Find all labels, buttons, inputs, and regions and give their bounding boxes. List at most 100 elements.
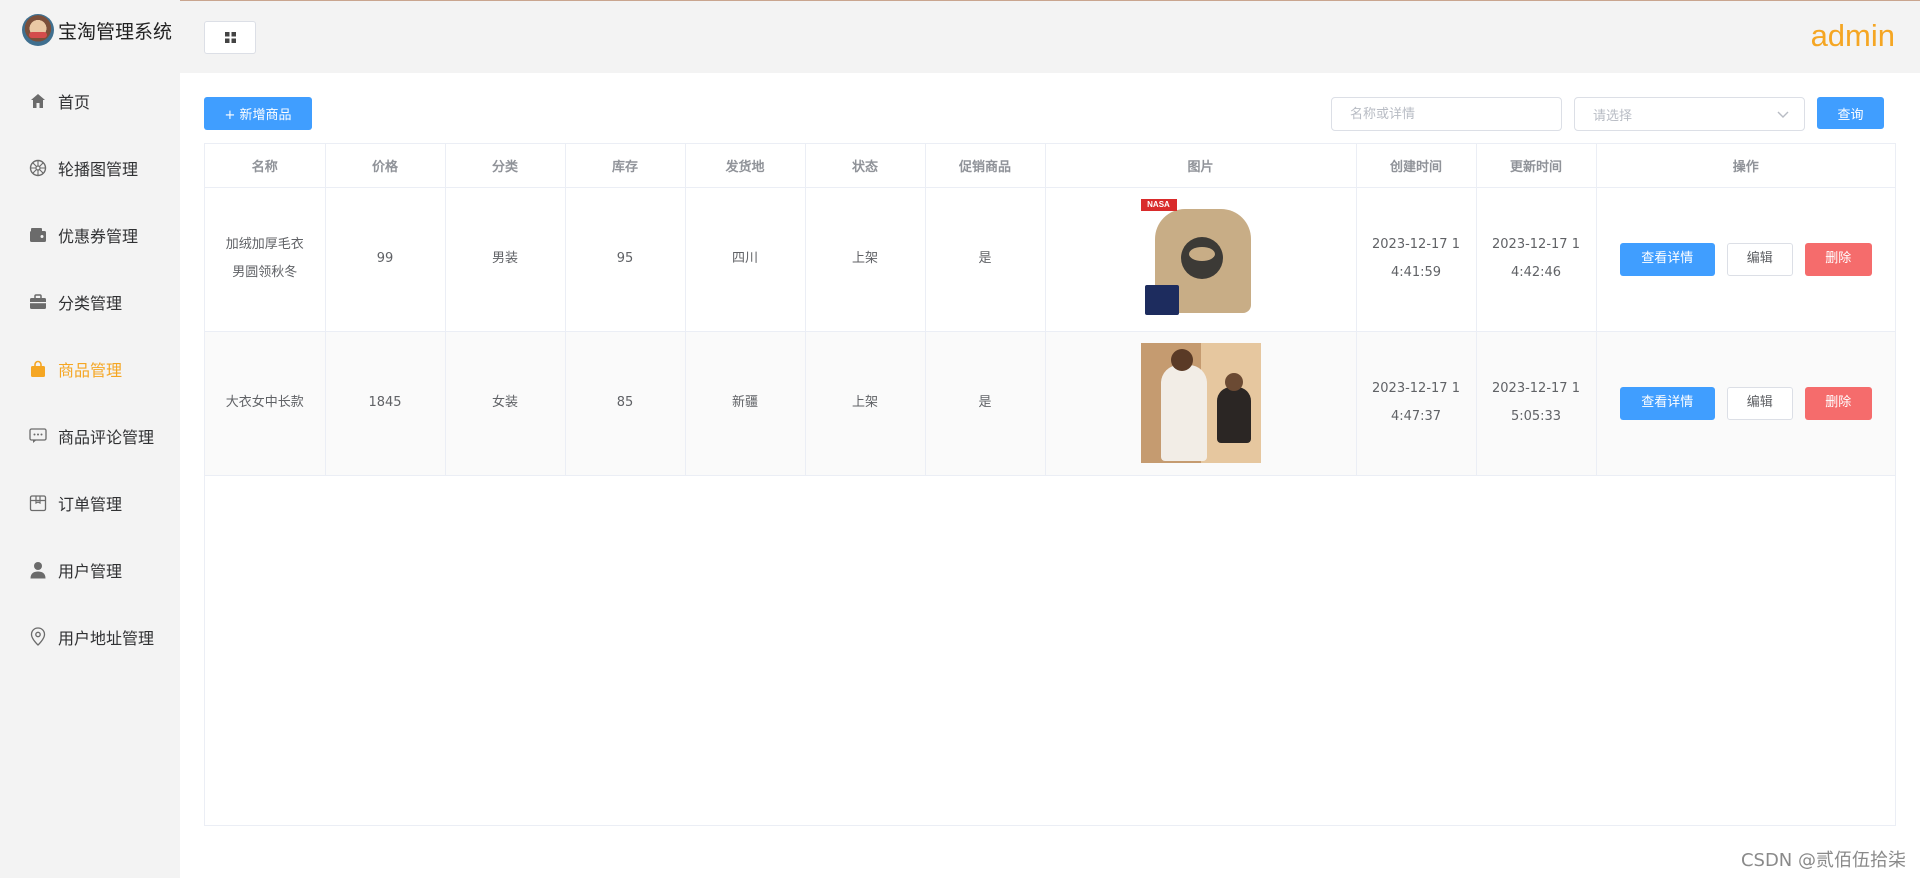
sidebar-item-carousel[interactable]: 轮播图管理 [0,134,180,201]
home-icon [28,91,48,111]
time-line: 4:42:46 [1510,265,1562,280]
sidebar-item-products[interactable]: 商品管理 [0,335,180,402]
cell-promo: 是 [925,187,1046,332]
cell-updated: 2023-12-17 1 5:05:33 [1476,331,1597,476]
delete-button[interactable]: 删除 [1804,242,1872,276]
shopping-bag-icon [28,359,48,379]
grid-icon [224,28,236,47]
table-header-row: 名称 价格 分类 库存 发货地 状态 促销商品 图片 创建时间 更新时间 操作 [205,144,1895,188]
cell-name: 大衣女中长款 [205,331,326,476]
product-table: 名称 价格 分类 库存 发货地 状态 促销商品 图片 创建时间 更新时间 操作 … [204,143,1896,826]
sidebar-item-categories[interactable]: 分类管理 [0,268,180,335]
column-header: 图片 [1045,144,1357,188]
date-line: 2023-12-17 1 [1492,381,1580,396]
name-line: 大衣女中长款 [225,395,304,410]
model-head [1170,349,1193,371]
date-line: 2023-12-17 1 [1372,237,1460,252]
sidebar-item-addresses[interactable]: 用户地址管理 [0,603,180,670]
time-line: 4:47:37 [1390,409,1442,424]
gift-bag [1144,285,1179,315]
menu-toggle-button[interactable] [204,21,256,54]
cell-status: 上架 [805,331,926,476]
box-icon [28,493,48,513]
action-group: 查看详情 编辑 删除 [1609,242,1884,276]
sidebar-item-label: 商品评论管理 [58,427,155,447]
cell-image [1045,331,1357,476]
cell-actions: 查看详情 编辑 删除 [1596,331,1895,476]
sidebar-item-home[interactable]: 首页 [0,67,180,134]
product-image[interactable]: NASA [1140,199,1261,319]
name-line: 加绒加厚毛衣 [225,237,304,252]
sidebar-item-label: 用户地址管理 [58,628,155,648]
table-row: 加绒加厚毛衣 男圆领秋冬 99 男装 95 四川 上架 是 NASA 2023-… [205,187,1895,332]
product-image[interactable] [1140,343,1261,463]
sidebar-item-orders[interactable]: 订单管理 [0,469,180,536]
cell-updated: 2023-12-17 1 4:42:46 [1476,187,1597,332]
column-header: 库存 [565,144,686,188]
column-header: 更新时间 [1476,144,1597,188]
view-details-button[interactable]: 查看详情 [1619,386,1715,420]
cell-created: 2023-12-17 1 4:41:59 [1356,187,1477,332]
app-logo [22,14,54,46]
user-icon [28,560,48,580]
sidebar-item-coupons[interactable]: 优惠券管理 [0,201,180,268]
main-content: + 新增商品 请选择 查询 名称 价格 分类 库存 发货地 状态 [180,73,1920,878]
coat-shape [1160,365,1207,461]
cell-category: 男装 [445,187,566,332]
sidebar-item-label: 首页 [58,92,91,112]
cell-name: 加绒加厚毛衣 男圆领秋冬 [205,187,326,332]
date-line: 2023-12-17 1 [1372,381,1460,396]
sidebar-item-label: 商品管理 [58,360,123,380]
sidebar-item-label: 优惠券管理 [58,226,139,246]
watermark: CSDN @贰佰伍拾柒 [1740,850,1906,871]
table-row: 大衣女中长款 1845 女装 85 新疆 上架 是 2023-12-17 1 4… [205,331,1895,476]
edit-button[interactable]: 编辑 [1726,386,1793,420]
column-header: 名称 [205,144,326,188]
sidebar: 宝淘管理系统 首页 轮播图管理 优惠券管理 分类管理 商品管理 商品评论管理 订… [0,0,180,878]
sidebar-item-label: 订单管理 [58,494,123,514]
cell-origin: 四川 [685,187,806,332]
cell-promo: 是 [925,331,1046,476]
view-details-button[interactable]: 查看详情 [1619,242,1715,276]
add-product-button[interactable]: + 新增商品 [204,97,312,130]
cell-category: 女装 [445,331,566,476]
app-title: 宝淘管理系统 [58,20,173,43]
cell-price: 99 [325,187,446,332]
sidebar-item-label: 用户管理 [58,561,123,581]
sweater-print [1180,237,1223,279]
comment-icon [28,426,48,446]
select-placeholder: 请选择 [1593,108,1633,124]
sidebar-item-label: 分类管理 [58,293,123,313]
chevron-down-icon [1776,107,1790,125]
current-user-name[interactable]: admin [1811,18,1895,54]
column-header: 操作 [1596,144,1895,188]
sidebar-nav: 首页 轮播图管理 优惠券管理 分类管理 商品管理 商品评论管理 订单管理 用户管… [0,67,180,670]
briefcase-icon [28,292,48,312]
column-header: 创建时间 [1356,144,1477,188]
sidebar-item-reviews[interactable]: 商品评论管理 [0,402,180,469]
sidebar-item-users[interactable]: 用户管理 [0,536,180,603]
column-header: 状态 [805,144,926,188]
wheel-icon [28,158,48,178]
brand[interactable]: 宝淘管理系统 [22,14,172,46]
cell-origin: 新疆 [685,331,806,476]
brand-tag: NASA [1140,199,1177,211]
cell-image: NASA [1045,187,1357,332]
column-header: 分类 [445,144,566,188]
location-icon [28,627,48,647]
second-model [1216,387,1251,443]
wallet-icon [28,225,48,245]
query-button[interactable]: 查询 [1817,97,1884,129]
category-select[interactable]: 请选择 [1574,97,1805,131]
column-header: 价格 [325,144,446,188]
search-input[interactable] [1331,97,1562,131]
delete-button[interactable]: 删除 [1804,386,1872,420]
sidebar-item-label: 轮播图管理 [58,159,139,179]
time-line: 4:41:59 [1390,265,1442,280]
date-line: 2023-12-17 1 [1492,237,1580,252]
second-model-head [1224,373,1243,391]
column-header: 发货地 [685,144,806,188]
name-line: 男圆领秋冬 [232,265,298,280]
top-border-line [0,0,1920,1]
edit-button[interactable]: 编辑 [1726,242,1793,276]
